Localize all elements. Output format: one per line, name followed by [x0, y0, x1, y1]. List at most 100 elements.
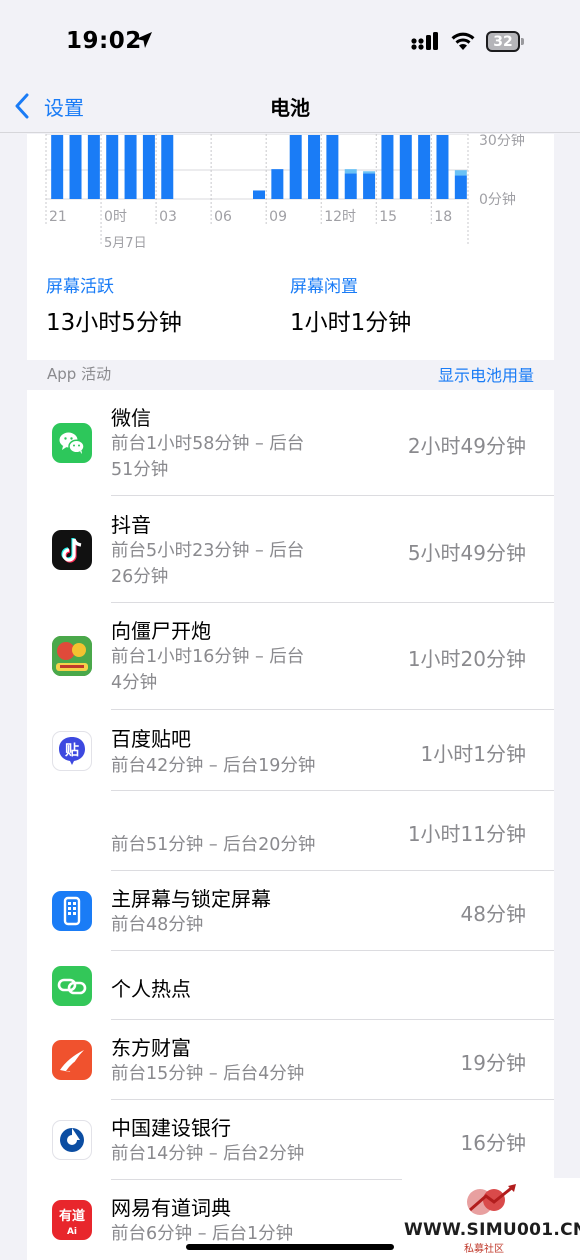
- app-total-time: 48分钟: [460, 902, 526, 926]
- battery-icon: 32: [486, 31, 524, 52]
- app-name: 向僵尸开炮: [111, 619, 211, 643]
- app-row-tieba[interactable]: 贴 百度贴吧 前台42分钟 – 后台19分钟 1小时1分钟: [27, 710, 554, 791]
- chart-x-tick-label: 0时: [104, 209, 127, 225]
- chart-date-label: 5月7日: [104, 236, 147, 251]
- app-total-time: 19分钟: [460, 1051, 526, 1075]
- app-row-zombie-game[interactable]: 向僵尸开炮 前台1小时16分钟 – 后台 4分钟 1小时20分钟: [27, 603, 554, 710]
- chart-bar: [161, 135, 174, 199]
- app-detail: 前台1小时58分钟 – 后台: [111, 434, 305, 454]
- app-name: 抖音: [111, 513, 151, 537]
- app-name: 中国建设银行: [111, 1116, 231, 1140]
- chart-bar: [124, 135, 137, 199]
- eastmoney-icon: [52, 1040, 92, 1080]
- screen-active-label: 屏幕活跃: [46, 277, 114, 297]
- chart-bar: [418, 135, 431, 199]
- screen-idle-value: 1小时1分钟: [290, 310, 412, 336]
- chart-bar: [253, 190, 265, 199]
- chart-bar: [289, 135, 302, 199]
- ccb-icon: [52, 1120, 92, 1160]
- app-name: 网易有道词典: [111, 1196, 231, 1220]
- chart-y-tick-label: 0分钟: [479, 191, 516, 208]
- app-total-time: 1小时20分钟: [407, 647, 526, 671]
- chart-bar: [106, 135, 119, 199]
- douyin-icon: [52, 530, 92, 570]
- chart-bar: [436, 135, 449, 199]
- tieba-icon: 贴: [52, 731, 92, 771]
- watermark: WWW.SIMU001.CN 私募社区: [402, 1178, 580, 1260]
- chart-bar: [399, 135, 412, 199]
- app-total-time: 16分钟: [460, 1131, 526, 1155]
- app-detail-continued: 26分钟: [111, 567, 169, 587]
- app-detail: 前台1小时16分钟 – 后台: [111, 647, 305, 667]
- wifi-icon: [451, 32, 475, 50]
- chart-bar-idle: [344, 169, 357, 174]
- app-detail: 前台14分钟 – 后台2分钟: [111, 1144, 305, 1164]
- youdao-ai-glyph: Ai: [67, 1227, 77, 1237]
- app-row-home-screen[interactable]: 主屏幕与锁定屏幕 前台48分钟 48分钟: [27, 871, 554, 951]
- app-row-ccb[interactable]: 中国建设银行 前台14分钟 – 后台2分钟 16分钟: [27, 1100, 554, 1180]
- app-total-time: 1小时11分钟: [407, 822, 526, 846]
- app-name: 个人热点: [111, 977, 191, 1001]
- app-detail: 前台42分钟 – 后台19分钟: [111, 756, 316, 776]
- chart-bar: [308, 135, 321, 199]
- app-activity-title: App 活动: [47, 365, 112, 383]
- chart-y-tick-label: 30分钟: [479, 134, 525, 149]
- home-indicator: [186, 1244, 394, 1250]
- app-total-time: 2小时49分钟: [407, 434, 526, 458]
- show-battery-usage-link[interactable]: 显示电池用量: [438, 362, 534, 386]
- app-name: 微信: [111, 406, 151, 430]
- app-row-hotspot[interactable]: 个人热点: [27, 951, 554, 1020]
- screen-idle-label: 屏幕闲置: [290, 277, 358, 297]
- watermark-text: WWW.SIMU001.CN: [404, 1220, 580, 1240]
- youdao-icon: 有道 Ai: [52, 1200, 92, 1240]
- wechat-icon: [52, 423, 92, 463]
- usage-chart-card: 21 0时 03 06 09 12时 15 18 5月7日 30分钟 0分钟 屏幕活跃 13小时5分…: [27, 134, 554, 360]
- chart-bar: [69, 135, 82, 199]
- tieba-glyph: 贴: [65, 742, 79, 759]
- battery-level: 32: [493, 33, 513, 50]
- location-arrow-icon: [136, 32, 152, 48]
- chart-bar: [326, 135, 339, 199]
- chart-bar-idle: [454, 170, 467, 176]
- screen-active-stat: 屏幕活跃 13小时5分钟: [46, 272, 182, 337]
- home-screen-icon: [52, 891, 92, 931]
- app-name: 百度贴吧: [111, 727, 191, 751]
- usage-bar-chart[interactable]: 21 0时 03 06 09 12时 15 18 5月7日 30分钟 0分钟: [27, 134, 554, 260]
- app-activity-list: 微信 前台1小时58分钟 – 后台 51分钟 2小时49分钟 抖音 前台5小时2…: [27, 390, 554, 1260]
- watermark-logo-icon: [467, 1184, 516, 1215]
- chart-x-tick-label: 03: [159, 209, 177, 225]
- chart-x-tick-label: 21: [49, 209, 67, 225]
- chart-bar: [454, 175, 467, 199]
- app-row-eastmoney[interactable]: 东方财富 前台15分钟 – 后台4分钟 19分钟: [27, 1020, 554, 1100]
- hotspot-icon: [52, 966, 92, 1006]
- chart-x-tick-label: 12时: [324, 209, 356, 225]
- app-detail: 前台48分钟: [111, 915, 204, 935]
- chart-x-tick-label: 18: [434, 209, 452, 225]
- app-name: 东方财富: [111, 1036, 191, 1060]
- page-title: 电池: [270, 96, 310, 120]
- chart-bar: [87, 135, 100, 199]
- app-detail-continued: 4分钟: [111, 673, 158, 693]
- screen-active-value: 13小时5分钟: [46, 310, 182, 336]
- app-total-time: 5小时49分钟: [407, 541, 526, 565]
- youdao-glyph: 有道: [59, 1208, 85, 1224]
- chart-bar: [363, 173, 376, 199]
- app-row-douyin[interactable]: 抖音 前台5小时23分钟 – 后台 26分钟 5小时49分钟: [27, 496, 554, 603]
- screen-idle-stat: 屏幕闲置 1小时1分钟: [290, 272, 411, 337]
- watermark-subtext: 私募社区: [464, 1244, 504, 1255]
- app-total-time: 1小时1分钟: [420, 742, 526, 766]
- app-detail: 前台5小时23分钟 – 后台: [111, 541, 305, 561]
- app-row-obscured[interactable]: 前台51分钟 – 后台20分钟 1小时11分钟: [27, 791, 554, 871]
- app-detail-continued: 51分钟: [111, 460, 169, 480]
- app-activity-header: App 活动 显示电池用量: [27, 360, 554, 390]
- chart-bar: [271, 169, 284, 199]
- chart-bar: [344, 173, 357, 199]
- cellular-signal-icon: [411, 32, 438, 50]
- status-time: 19:02: [66, 28, 142, 54]
- app-detail: 前台51分钟 – 后台20分钟: [111, 835, 316, 855]
- app-row-wechat[interactable]: 微信 前台1小时58分钟 – 后台 51分钟 2小时49分钟: [27, 390, 554, 496]
- chart-x-tick-label: 15: [379, 209, 397, 225]
- chart-x-tick-label: 06: [214, 209, 232, 225]
- navigation-bar: 设置 电池: [0, 80, 580, 133]
- zombie-game-icon: [52, 636, 92, 676]
